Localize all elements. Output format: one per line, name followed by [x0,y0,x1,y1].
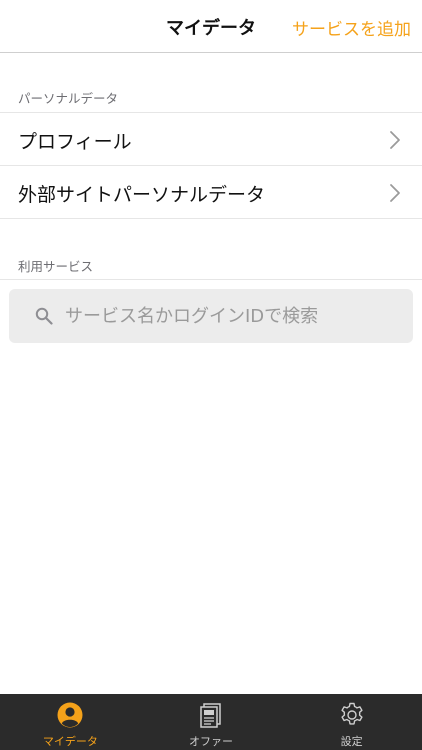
search-icon [35,307,53,325]
services-section-header: 利用サービス [18,259,94,274]
newspaper-icon [200,703,221,728]
my-data-screen: マイデータ サービスを追加 パーソナルデータ プロフィール 外部サイトパーソナル… [0,0,422,750]
list-item-profile[interactable]: プロフィール [0,113,422,166]
tab-settings[interactable]: 設定 [281,694,422,750]
search-input[interactable] [65,289,395,343]
tab-offer[interactable]: オファー [141,694,282,750]
section-divider [0,279,422,280]
service-search-bar[interactable] [9,289,413,343]
personal-data-list: プロフィール 外部サイトパーソナルデータ [0,112,422,219]
tab-bar: マイデータ オファー 設定 [0,694,422,750]
tab-label: マイデータ [42,735,98,748]
tab-my-data[interactable]: マイデータ [0,694,141,750]
personal-data-section-header: パーソナルデータ [18,91,119,106]
user-icon [57,702,83,728]
chevron-right-icon [390,131,400,149]
list-item-label: 外部サイトパーソナルデータ [18,184,266,206]
chevron-right-icon [390,184,400,202]
tab-label: 設定 [340,735,363,748]
tab-label: オファー [189,735,233,748]
list-item-external-personal-data[interactable]: 外部サイトパーソナルデータ [0,166,422,219]
list-item-label: プロフィール [18,131,132,153]
gear-icon [341,702,363,725]
navigation-bar: マイデータ サービスを追加 [0,0,422,53]
add-service-button[interactable]: サービスを追加 [292,15,411,40]
